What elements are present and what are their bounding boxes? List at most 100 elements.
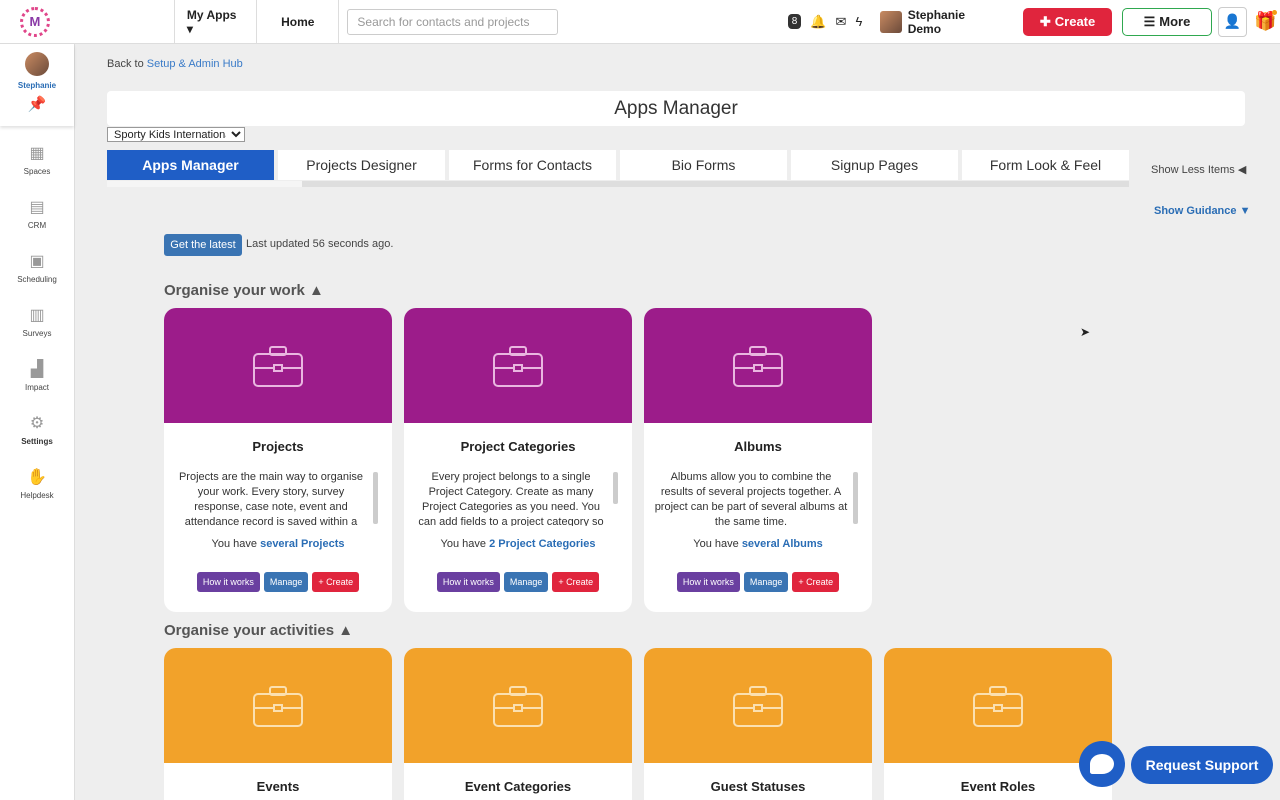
card-header [404,648,632,763]
add-user-icon: 👤 [1223,13,1241,29]
card-count-link[interactable]: several Albums [742,538,823,550]
grid-icon: ▦ [29,144,45,162]
search-input[interactable] [347,8,558,35]
sidebar-profile[interactable]: Stephanie 📌 [0,44,74,126]
sidebar-item-helpdesk[interactable]: ✋ Helpdesk [0,456,74,510]
avatar [880,10,902,33]
create-button[interactable]: ✚ Create [1022,7,1113,36]
card-actions: How it works Manage + Create [644,572,872,592]
card-title: Project Categories [460,439,576,454]
description-scrollbar[interactable] [853,472,858,524]
how-it-works-button[interactable]: How it works [196,572,260,592]
notification-icons: 8 🔔 ✉ ϟ [787,14,862,30]
more-button[interactable]: ☰ More [1122,7,1212,36]
card-actions: How it works Manage + Create [164,572,392,592]
card-title: Events [256,779,300,794]
briefcase-icon [493,685,543,727]
gift-button[interactable]: 🎁 [1251,7,1280,37]
card-actions: How it works Manage + Create [404,572,632,592]
card-title: Projects [252,439,304,454]
mail-icon[interactable]: ✉ [836,14,847,30]
tab-apps-manager[interactable]: Apps Manager [107,150,274,180]
card-count-link[interactable]: 2 Project Categories [489,538,595,550]
get-latest-button[interactable]: Get the latest [164,234,242,256]
tab-signup-pages[interactable]: Signup Pages [791,150,958,180]
notification-count-badge[interactable]: 8 [787,14,802,29]
briefcase-icon [493,345,543,387]
tab-scroll-thumb[interactable] [107,181,302,187]
add-user-button[interactable]: 👤 [1217,6,1247,37]
card-title: Event Roles [960,779,1036,794]
bell-icon[interactable]: 🔔 [810,14,826,30]
hand-icon: ✋ [27,468,47,486]
tab-projects-designer[interactable]: Projects Designer [278,150,445,180]
show-guidance-button[interactable]: Show Guidance ▼ [1154,205,1250,217]
sidebar-item-impact[interactable]: ▟ Impact [0,348,74,402]
sidebar-profile-name: Stephanie [17,81,57,90]
gear-icon: ⚙ [29,414,45,432]
card-title: Event Categories [464,779,572,794]
sidebar-item-crm[interactable]: ▤ CRM [0,186,74,240]
manage-button[interactable]: Manage [503,572,549,592]
app-card-project-categories: Project Categories Every project belongs… [404,308,632,612]
last-updated-text: Last updated 56 seconds ago. [246,238,394,250]
logo-icon: M [19,6,50,37]
manage-button[interactable]: Manage [263,572,309,592]
how-it-works-button[interactable]: How it works [676,572,740,592]
card-header [404,308,632,423]
show-less-items-button[interactable]: Show Less Items ◀ [1151,163,1246,176]
sidebar-item-spaces[interactable]: ▦ Spaces [0,132,74,186]
user-name: Stephanie Demo [907,7,966,36]
description-scrollbar[interactable] [613,472,618,504]
briefcase-icon [733,685,783,727]
clipboard-icon: ▥ [29,306,45,324]
create-item-button[interactable]: + Create [792,572,840,592]
description-scrollbar[interactable] [373,472,378,524]
lightning-icon[interactable]: ϟ [855,14,862,29]
card-header [644,648,872,763]
tab-form-look-feel[interactable]: Form Look & Feel [962,150,1129,180]
mouse-cursor-icon: ➤ [1080,325,1091,339]
setup-admin-hub-link[interactable]: Setup & Admin Hub [147,58,243,70]
tab-bio-forms[interactable]: Bio Forms [620,150,787,180]
sidebar-item-surveys[interactable]: ▥ Surveys [0,294,74,348]
card-header [644,308,872,423]
app-card-event-roles: Event Roles [884,648,1112,800]
tab-forms-for-contacts[interactable]: Forms for Contacts [449,150,616,180]
card-count: You have several Projects [211,538,345,550]
app-card-events: Events [164,648,392,800]
organisation-select[interactable]: Sporty Kids International [107,127,245,142]
user-menu[interactable]: Stephanie Demo [880,8,999,36]
card-description: Albums allow you to combine the results … [654,470,858,526]
pin-icon[interactable]: 📌 [28,95,47,113]
sidebar-item-scheduling[interactable]: ▣ Scheduling [0,240,74,294]
card-description: Projects are the main way to organise yo… [174,470,378,526]
card-header [164,308,392,423]
chat-button[interactable] [1079,741,1125,787]
manage-button[interactable]: Manage [743,572,789,592]
card-title: Guest Statuses [710,779,806,794]
card-count: You have 2 Project Categories [440,538,596,550]
card-count: You have several Albums [693,538,823,550]
card-count-link[interactable]: several Projects [260,538,344,550]
create-item-button[interactable]: + Create [552,572,600,592]
sidebar-item-settings[interactable]: ⚙ Settings [0,402,74,456]
app-card-albums: Albums Albums allow you to combine the r… [644,308,872,612]
how-it-works-button[interactable]: How it works [436,572,500,592]
avatar [25,52,49,76]
create-item-button[interactable]: + Create [312,572,360,592]
gift-notification-dot [1272,9,1277,15]
chat-icon [1090,754,1114,774]
app-card-projects: Projects Projects are the main way to or… [164,308,392,612]
app-logo[interactable]: M [0,0,70,44]
section-title-organise-activities[interactable]: Organise your activities ▲ [164,622,353,639]
app-card-event-categories: Event Categories [404,648,632,800]
request-support-button[interactable]: Request Support [1131,746,1273,784]
home-link[interactable]: Home [257,0,338,44]
my-apps-menu[interactable]: My Apps ▾ [175,0,256,44]
tab-scroll-track[interactable] [107,181,1129,187]
tab-bar: Apps Manager Projects Designer Forms for… [107,150,1129,180]
section-title-organise-work[interactable]: Organise your work ▲ [164,282,324,299]
briefcase-icon [253,345,303,387]
page-title: Apps Manager [107,91,1245,126]
